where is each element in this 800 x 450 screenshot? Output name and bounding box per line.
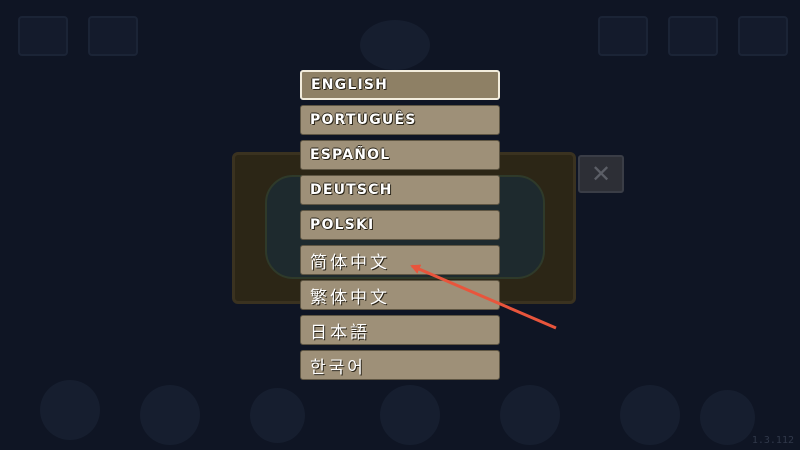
background-profile-icon <box>598 16 648 56</box>
language-option-label: 繁体中文 <box>310 287 390 308</box>
language-option-button[interactable]: 日本語 <box>300 315 500 345</box>
background-character <box>620 385 680 445</box>
background-character <box>700 390 755 445</box>
background-shop-icon <box>88 16 138 56</box>
language-option-label: Deutsch <box>310 182 393 198</box>
language-option-button[interactable]: Português <box>300 105 500 135</box>
language-option-label: Polski <box>310 217 375 233</box>
background-character <box>140 385 200 445</box>
language-option-label: English <box>311 77 389 93</box>
background-menu-icon <box>18 16 68 56</box>
language-option-label: Português <box>310 112 417 128</box>
background-character <box>250 388 305 443</box>
close-icon: ✕ <box>590 160 612 188</box>
version-label: 1.3.112 <box>751 435 794 446</box>
language-option-button[interactable]: 简体中文 <box>300 245 500 275</box>
language-option-button[interactable]: Español <box>300 140 500 170</box>
language-option-button[interactable]: 한국어 <box>300 350 500 380</box>
language-option-button[interactable]: Polski <box>300 210 500 240</box>
language-option-button[interactable]: English <box>300 70 500 100</box>
background-character <box>360 20 430 70</box>
language-option-label: 简体中文 <box>310 252 390 273</box>
background-close-button: ✕ <box>578 155 624 193</box>
language-option-label: Español <box>310 147 391 163</box>
background-character <box>40 380 100 440</box>
language-option-label: 日本語 <box>310 322 370 343</box>
background-close-icon <box>738 16 788 56</box>
language-option-label: 한국어 <box>310 357 366 378</box>
language-option-button[interactable]: 繁体中文 <box>300 280 500 310</box>
background-gear-icon <box>668 16 718 56</box>
background-character <box>500 385 560 445</box>
language-option-button[interactable]: Deutsch <box>300 175 500 205</box>
background-character <box>380 385 440 445</box>
